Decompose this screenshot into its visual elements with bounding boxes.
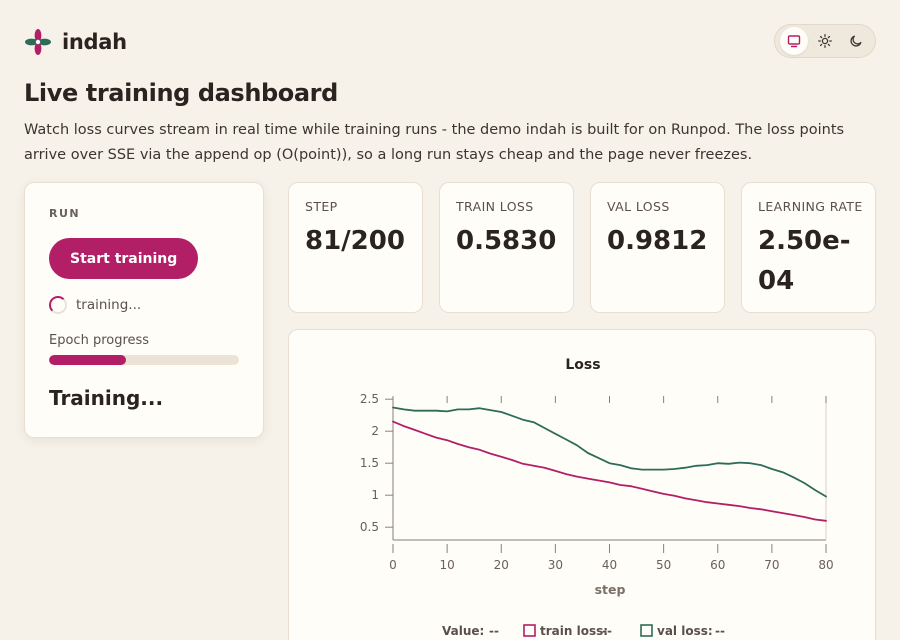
legend-swatch — [523, 624, 536, 637]
stat-value: 2.50e-04 — [758, 226, 851, 296]
stat-card-step: STEP 81/200 — [288, 182, 423, 313]
legend-series-value: -- — [602, 624, 612, 638]
run-state-text: Training... — [49, 386, 164, 410]
stat-label: LEARNING RATE — [758, 199, 863, 214]
epoch-progress-bar — [49, 355, 239, 365]
brand-logo[interactable]: indah — [24, 28, 127, 56]
epoch-progress-label: Epoch progress — [49, 333, 150, 348]
chart-axes: 0.5 1 1.5 2 2.5 0 10 20 30 40 50 60 70 80 — [360, 392, 834, 572]
x-tick-label: 10 — [439, 558, 454, 572]
y-tick-label: 2.5 — [360, 392, 379, 406]
stat-card-learning-rate: LEARNING RATE 2.50e-04 — [741, 182, 876, 313]
y-tick-label: 1.5 — [360, 456, 379, 470]
x-tick-label: 60 — [710, 558, 725, 572]
chart-title: Loss — [565, 357, 600, 373]
stat-value: 0.5830 — [456, 226, 557, 256]
brand-name: indah — [62, 30, 127, 54]
page-title: Live training dashboard — [24, 79, 338, 107]
x-tick-label: 30 — [548, 558, 563, 572]
run-section-label: RUN — [49, 207, 81, 220]
epoch-progress-fill — [49, 355, 126, 365]
y-tick-label: 1 — [371, 488, 379, 502]
x-tick-label: 50 — [656, 558, 671, 572]
monitor-icon — [787, 35, 800, 48]
legend-series-name: val loss: — [657, 624, 713, 638]
sun-icon — [818, 34, 832, 48]
chart-legend: Value: -- train loss:-- val loss: -- — [442, 624, 725, 638]
stat-value: 0.9812 — [607, 226, 708, 256]
loss-chart[interactable]: Loss 0.5 1 1.5 2 2.5 0 10 20 30 40 50 60 70 80 step V… — [289, 330, 877, 640]
start-training-button[interactable]: Start training — [49, 238, 199, 279]
loss-chart-card: Loss 0.5 1 1.5 2 2.5 0 10 20 30 40 50 60 70 80 step V… — [288, 329, 876, 640]
page-description: Watch loss curves stream in real time wh… — [24, 122, 845, 163]
stat-value: 81/200 — [305, 226, 405, 256]
run-panel: RUN Start training training... Epoch pro… — [24, 182, 264, 438]
y-tick-label: 2 — [371, 424, 379, 438]
series-line-train-loss[interactable] — [392, 420, 827, 522]
x-axis-label: step — [595, 582, 626, 597]
stat-card-val-loss: VAL LOSS 0.9812 — [590, 182, 725, 313]
loading-spinner-icon — [49, 296, 67, 314]
x-tick-label: 40 — [602, 558, 617, 572]
moon-icon — [850, 35, 862, 47]
stat-label: TRAIN LOSS — [456, 199, 534, 214]
stat-card-train-loss: TRAIN LOSS 0.5830 — [439, 182, 574, 313]
legend-series-name: train loss: — [540, 624, 608, 638]
x-tick-label: 70 — [764, 558, 779, 572]
legend-value-label: Value: — [442, 624, 484, 638]
logo-icon — [25, 29, 51, 55]
y-tick-label: 0.5 — [360, 520, 379, 534]
theme-switcher — [774, 24, 876, 58]
legend-series-value: -- — [715, 624, 725, 638]
legend-value: -- — [489, 624, 499, 638]
top-bar: indah — [24, 24, 876, 58]
x-tick-label: 0 — [389, 558, 397, 572]
run-status-text: training... — [76, 297, 142, 313]
run-status: training... — [49, 296, 141, 314]
theme-dark-button[interactable] — [842, 27, 870, 55]
stat-label: VAL LOSS — [607, 199, 670, 214]
x-tick-label: 20 — [494, 558, 509, 572]
stat-label: STEP — [305, 199, 338, 214]
legend-swatch — [640, 624, 653, 637]
chart-series — [392, 406, 827, 522]
x-tick-label: 80 — [818, 558, 833, 572]
theme-system-button[interactable] — [779, 27, 808, 55]
theme-light-button[interactable] — [811, 27, 839, 55]
